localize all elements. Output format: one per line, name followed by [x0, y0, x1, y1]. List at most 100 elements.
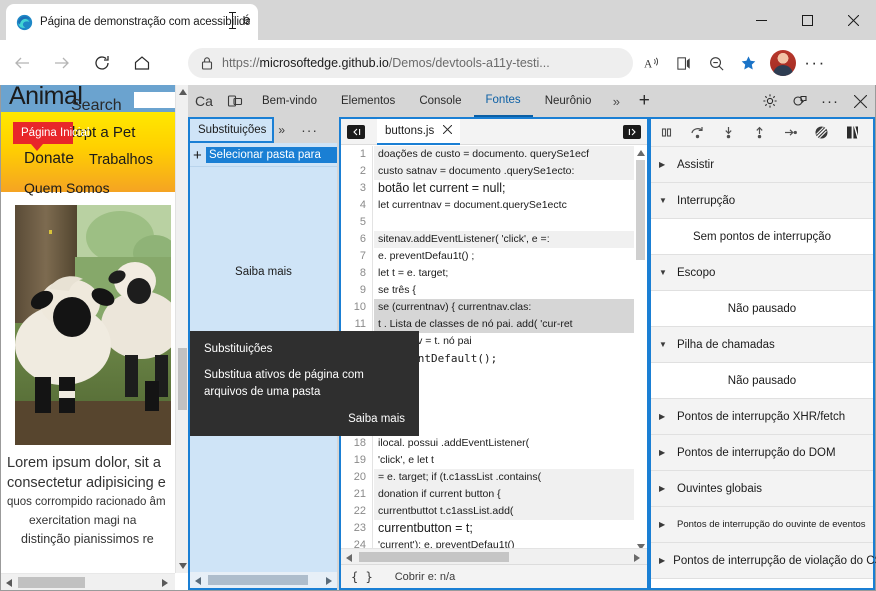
line-number[interactable]: 19: [341, 452, 372, 469]
line-number[interactable]: 3: [341, 180, 372, 197]
code-line[interactable]: 'click', e let t: [374, 452, 634, 469]
page-vertical-scrollbar[interactable]: [175, 85, 188, 573]
line-number[interactable]: 5: [341, 214, 372, 231]
favorite-star-icon[interactable]: [732, 48, 764, 78]
show-navigator-icon[interactable]: [347, 125, 365, 139]
close-button[interactable]: [830, 0, 876, 40]
debugger-section-header[interactable]: ▼Pilha de chamadas: [651, 327, 873, 363]
code-line[interactable]: = e. target; if (t.c1assList .contains(: [374, 469, 634, 486]
debugger-section-header[interactable]: ▶Ouvintes globais: [651, 471, 873, 507]
debugger-section-header[interactable]: ▶Pontos de interrupção de violação do CS…: [651, 543, 873, 579]
tab-elementos[interactable]: Elementos: [329, 85, 407, 117]
tab-neuronio[interactable]: Neurônio: [533, 85, 604, 117]
immersive-reader-icon[interactable]: [668, 48, 700, 78]
overrides-scroll-right-icon[interactable]: [321, 572, 336, 589]
debugger-section-header[interactable]: ▶Pontos de interrupção XHR/fetch: [651, 399, 873, 435]
inspect-element-label[interactable]: Ca: [188, 85, 220, 117]
forward-arrow-icon[interactable]: [44, 45, 80, 81]
browser-tab[interactable]: Página de demonstração com acessibilidad…: [6, 4, 258, 40]
step-into-icon[interactable]: [713, 119, 744, 147]
close-devtools-icon[interactable]: [845, 85, 875, 117]
code-line[interactable]: donation if current button {: [374, 486, 634, 503]
file-tab-buttons-js[interactable]: buttons.js: [377, 119, 460, 145]
debugger-section-header[interactable]: ▶Pontos de interrupção do DOM: [651, 435, 873, 471]
code-line[interactable]: botão let current = null;: [374, 180, 634, 197]
device-toolbar-icon[interactable]: [220, 85, 250, 117]
debugger-section-header[interactable]: ▶Assistir: [651, 147, 873, 183]
maximize-button[interactable]: [784, 0, 830, 40]
code-line[interactable]: sitenav.addEventListener( 'click', e =:: [374, 231, 634, 248]
step-out-icon[interactable]: [744, 119, 775, 147]
line-number[interactable]: 8: [341, 265, 372, 282]
code-line[interactable]: let currentnav = document.querySe1ectc: [374, 197, 634, 214]
line-number[interactable]: 9: [341, 282, 372, 299]
pause-script-icon[interactable]: [651, 119, 682, 147]
line-number[interactable]: 22: [341, 503, 372, 520]
code-line[interactable]: let t = e. target;: [374, 265, 634, 282]
tab-substituicoes[interactable]: Substituições: [188, 117, 274, 143]
line-number[interactable]: 21: [341, 486, 372, 503]
site-search-input[interactable]: [134, 92, 176, 108]
home-icon[interactable]: [124, 45, 160, 81]
devtools-more-options-icon[interactable]: ···: [815, 85, 845, 117]
code-line[interactable]: se (currentnav) { currentnav.clas:: [374, 299, 634, 316]
pause-on-exceptions-icon[interactable]: [837, 119, 868, 147]
tooltip-learn-more-link[interactable]: Saiba mais: [348, 413, 405, 425]
avatar[interactable]: [770, 50, 796, 76]
line-number[interactable]: 23: [341, 520, 372, 537]
line-number[interactable]: 6: [341, 231, 372, 248]
more-tabs-chevron-icon[interactable]: »: [603, 85, 629, 117]
site-nav-link-quem-somos[interactable]: Quem Somos: [24, 180, 110, 196]
line-number[interactable]: 2: [341, 163, 372, 180]
deactivate-breakpoints-icon[interactable]: [806, 119, 837, 147]
code-horizontal-scrollbar[interactable]: [341, 548, 647, 564]
line-number[interactable]: 1: [341, 146, 372, 163]
code-line[interactable]: ilocal. possui .addEventListener(: [374, 435, 634, 452]
reload-icon[interactable]: [84, 45, 120, 81]
scroll-left-arrow-icon[interactable]: [1, 574, 16, 591]
pretty-print-button[interactable]: { }: [351, 570, 373, 584]
debugger-section-header[interactable]: ▼Escopo: [651, 255, 873, 291]
code-vertical-scrollbar[interactable]: [634, 146, 647, 556]
overrides-scroll-left-icon[interactable]: [190, 572, 205, 589]
step-icon[interactable]: [775, 119, 806, 147]
debugger-section-header[interactable]: ▼Interrupção: [651, 183, 873, 219]
site-nav-link-donate[interactable]: Donate: [24, 150, 74, 168]
line-number[interactable]: 18: [341, 435, 372, 452]
code-line[interactable]: se três {: [374, 282, 634, 299]
minimize-button[interactable]: [738, 0, 784, 40]
code-line[interactable]: custo satnav = documento .querySe1ecto:: [374, 163, 634, 180]
site-nav-link-trabalhos[interactable]: Trabalhos: [89, 152, 153, 168]
line-number[interactable]: 4: [341, 197, 372, 214]
overrides-more-dots-icon[interactable]: ···: [301, 122, 318, 138]
back-arrow-icon[interactable]: [4, 45, 40, 81]
code-vscroll-thumb[interactable]: [636, 160, 645, 260]
code-scroll-up-icon[interactable]: [634, 146, 647, 160]
line-number[interactable]: 10: [341, 299, 372, 316]
select-folder-label[interactable]: Selecionar pasta para: [206, 147, 337, 163]
debugger-section-header[interactable]: ▶Pontos de interrupção do ouvinte de eve…: [651, 507, 873, 543]
overrides-add-row[interactable]: + Selecionar pasta para: [190, 143, 337, 167]
close-tab-icon[interactable]: [443, 125, 452, 137]
code-line[interactable]: e. preventDefau1t() ;: [374, 248, 634, 265]
scroll-right-arrow-icon[interactable]: [157, 574, 172, 591]
step-over-icon[interactable]: [682, 119, 713, 147]
code-line[interactable]: [374, 214, 634, 231]
code-line[interactable]: currentbuttot t.c1assList.add(: [374, 503, 634, 520]
zoom-out-icon[interactable]: [700, 48, 732, 78]
overrides-horizontal-scrollbar[interactable]: [190, 572, 337, 588]
read-aloud-icon[interactable]: A: [636, 48, 668, 78]
line-number[interactable]: 7: [341, 248, 372, 265]
overrides-learn-more-link[interactable]: Saiba mais: [190, 266, 337, 278]
line-number[interactable]: 20: [341, 469, 372, 486]
page-hscroll-thumb[interactable]: [18, 577, 85, 588]
overrides-more-chevron-icon[interactable]: »: [274, 123, 289, 137]
feedback-icon[interactable]: [785, 85, 815, 117]
code-line[interactable]: doações de custo = documento. querySe1ec…: [374, 146, 634, 163]
tab-bem-vindo[interactable]: Bem-vindo: [250, 85, 329, 117]
overrides-hscroll-thumb[interactable]: [208, 575, 308, 585]
address-bar[interactable]: https://microsoftedge.github.io/Demos/de…: [188, 48, 633, 78]
more-options-icon[interactable]: ···: [798, 48, 832, 78]
page-horizontal-scrollbar[interactable]: [1, 573, 175, 590]
tab-fontes[interactable]: Fontes: [474, 85, 533, 117]
